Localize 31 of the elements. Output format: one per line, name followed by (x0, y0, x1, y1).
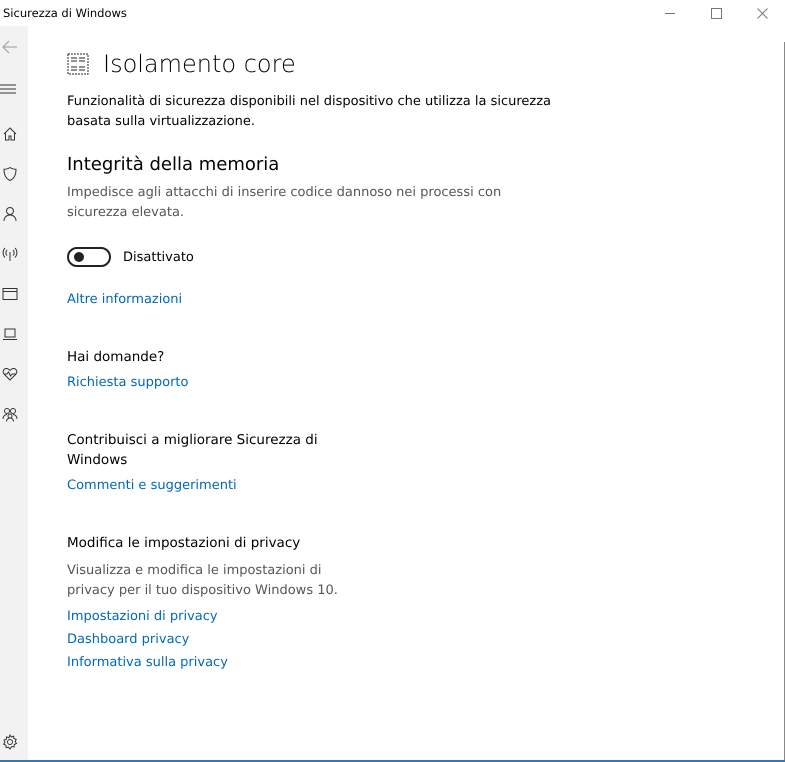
shield-icon[interactable] (2, 166, 18, 182)
link[interactable]: Richiesta supporto (67, 375, 188, 390)
link[interactable]: Dashboard privacy (67, 632, 190, 647)
browser-window-icon[interactable] (2, 286, 18, 302)
window-title: Sicurezza di Windows (2, 6, 128, 20)
person-icon[interactable] (2, 206, 18, 222)
toggle-label: Disattivato (123, 250, 194, 264)
link[interactable]: Informativa sulla privacy (67, 655, 228, 670)
home-icon[interactable] (2, 126, 18, 142)
antenna-icon[interactable] (2, 246, 18, 262)
section-description: Impedisce agli attacchi di inserire codice dannoso nei processi con sicurezza elevata. (67, 184, 502, 222)
group-description: Visualizza e modifica le impostazioni di privacy per il tuo dispositivo Windows 10. (67, 562, 339, 600)
laptop-icon[interactable] (2, 326, 18, 342)
settings-icon[interactable] (2, 734, 18, 750)
close-icon[interactable] (756, 8, 768, 18)
back-arrow-icon[interactable] (2, 40, 18, 54)
link[interactable]: Impostazioni di privacy (67, 609, 218, 624)
maximize-icon[interactable] (710, 8, 722, 18)
chip-icon (67, 53, 89, 75)
group-title: Modifica le impostazioni di privacy (67, 534, 302, 553)
toggle-switch[interactable] (67, 247, 111, 267)
section-title: Integrità della memoria (67, 154, 280, 175)
group-title: Contribuisci a migliorare Sicurezza di Windows (67, 431, 319, 470)
page-title: Isolamento core (103, 50, 296, 78)
group-title: Hai domande? (67, 348, 166, 367)
menu-icon[interactable] (0, 84, 16, 94)
more-info-link[interactable]: Altre informazioni (67, 292, 182, 307)
page-description: Funzionalità di sicurezza disponibili nel dispositivo che utilizza la sicurezza basata sulla virtualizzazione. (67, 93, 552, 131)
heart-icon[interactable] (2, 366, 18, 382)
people-icon[interactable] (2, 406, 18, 422)
link[interactable]: Commenti e suggerimenti (67, 478, 237, 493)
